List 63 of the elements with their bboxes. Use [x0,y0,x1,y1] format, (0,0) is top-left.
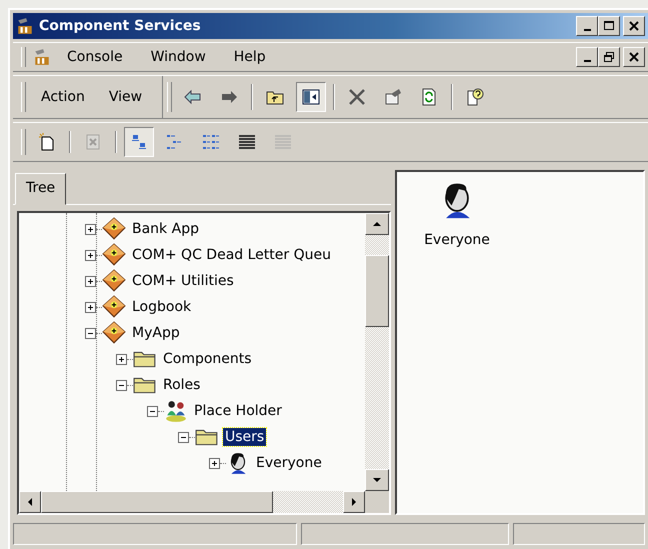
collapse-icon[interactable] [147,406,158,416]
item-label[interactable]: Everyone [424,232,490,248]
close-icon [628,51,640,63]
up-arrow-icon[interactable] [372,219,382,229]
close-button[interactable] [623,16,645,36]
tree-item[interactable]: Components [161,350,254,368]
expand-icon[interactable] [85,276,96,286]
pane-icon [301,87,322,107]
tree-item[interactable]: Roles [161,376,202,394]
expand-icon[interactable] [209,458,220,468]
package-icon [102,243,126,267]
details-icon [237,132,257,152]
expand-icon[interactable] [85,250,96,260]
tree-item[interactable]: COM+ Utilities [130,272,236,290]
right-arrow-icon[interactable] [349,497,359,507]
tree-item[interactable]: Everyone [254,454,324,472]
menu-item[interactable]: View [96,87,154,107]
package-icon [102,269,126,293]
vertical-scrollbar[interactable] [365,213,389,491]
expand-icon[interactable] [85,224,96,234]
tree-item[interactable]: Users [223,428,266,446]
horizontal-scrollbar[interactable] [19,491,365,513]
menu-item[interactable]: Help [222,47,278,67]
minimize-button[interactable] [576,16,598,36]
close-button[interactable] [623,47,645,67]
back-arrow-icon [183,87,204,107]
expand-icon[interactable] [116,354,127,364]
toolbar-button[interactable] [296,82,326,112]
collapse-icon[interactable] [116,380,127,390]
minimize-button[interactable] [576,47,598,67]
app-icon [16,17,34,35]
people-icon [164,399,188,423]
collapse-icon[interactable] [85,328,96,338]
maximize-icon [603,20,615,32]
large-icons-icon [129,132,149,152]
maximize-button[interactable] [598,16,620,36]
tree-item[interactable]: Bank App [130,220,201,238]
tree-item[interactable]: Logbook [130,298,194,316]
help-icon [465,87,486,107]
menu-item[interactable]: Console [55,47,135,67]
restore-button[interactable] [598,47,620,67]
expand-icon[interactable] [85,302,96,312]
menu-item[interactable]: Window [138,47,218,67]
list-icon [201,132,221,152]
collapse-icon[interactable] [178,432,189,442]
delete-icon [347,87,368,107]
tree-item[interactable]: MyApp [130,324,182,342]
tree-tab[interactable]: Tree [15,173,66,205]
tree-item[interactable]: Place Holder [192,402,284,420]
grid-icon [273,132,293,152]
tree-item[interactable]: COM+ QC Dead Letter Queu [130,246,333,264]
console-icon[interactable] [33,48,51,66]
package-icon [102,295,126,319]
minimize-icon [584,60,590,62]
package-icon [102,321,126,345]
window-title: Component Services [39,18,202,34]
menu-item[interactable]: Action [29,87,97,107]
close-icon [628,20,640,32]
minimize-icon [584,28,590,30]
properties-icon [383,87,404,107]
package-icon [102,217,126,241]
restore-icon [603,51,615,63]
down-arrow-icon[interactable] [372,475,382,485]
